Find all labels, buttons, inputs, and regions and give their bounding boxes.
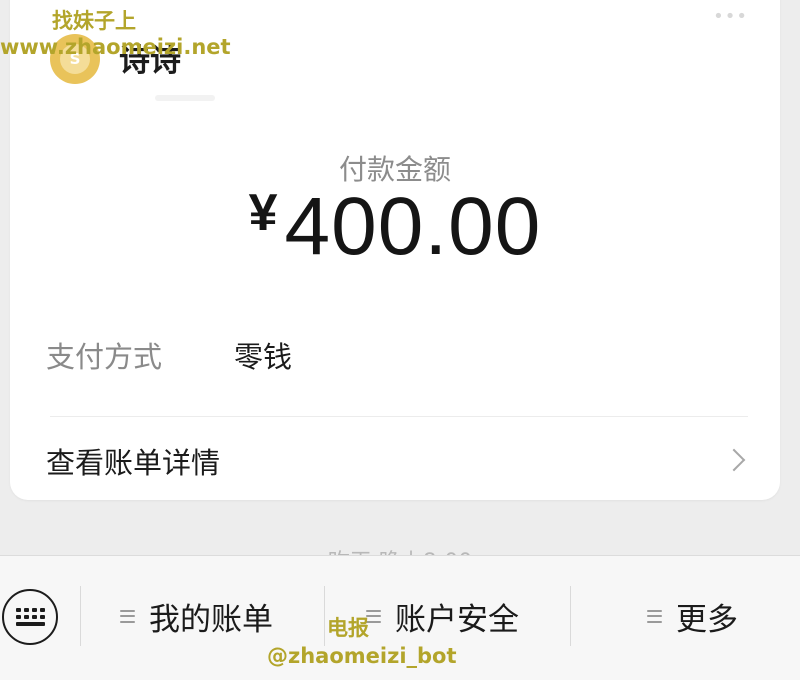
menu-item-label: 账户安全 bbox=[395, 601, 519, 638]
menu-item-more[interactable]: 更多 bbox=[647, 594, 738, 638]
view-bill-details-label: 查看账单详情 bbox=[46, 446, 221, 480]
payment-method-value: 零钱 bbox=[234, 340, 293, 374]
menu-lines-icon bbox=[120, 609, 135, 623]
merchant-subtitle-placeholder bbox=[155, 95, 215, 101]
payment-amount: ¥400.00 bbox=[10, 180, 780, 274]
menu-item-label: 我的账单 bbox=[149, 601, 273, 638]
menu-separator bbox=[80, 586, 81, 646]
menu-lines-icon bbox=[647, 609, 662, 623]
watermark-top-text: 找妹子上 bbox=[52, 9, 136, 33]
menu-item-account-security[interactable]: 账户安全 bbox=[366, 594, 519, 638]
currency-symbol: ¥ bbox=[248, 184, 279, 242]
menu-item-label: 更多 bbox=[676, 601, 738, 638]
menu-separator bbox=[570, 586, 571, 646]
view-bill-details-row[interactable]: 查看账单详情 bbox=[10, 418, 780, 500]
watermark-bottom-handle: @zhaomeizi_bot bbox=[267, 644, 457, 668]
divider bbox=[50, 416, 748, 417]
watermark-top-url: www.zhaomeizi.net bbox=[0, 35, 231, 59]
chevron-right-icon bbox=[722, 448, 746, 472]
more-options-icon[interactable]: ••• bbox=[713, 6, 748, 27]
menu-item-my-bills[interactable]: 我的账单 bbox=[120, 594, 273, 638]
amount-value: 400.00 bbox=[284, 181, 542, 272]
payment-card: ••• S 诗诗 付款金额 ¥400.00 支付方式 零钱 查看账单详情 bbox=[10, 0, 780, 500]
keyboard-icon bbox=[15, 608, 45, 626]
payment-method-label: 支付方式 bbox=[46, 340, 163, 374]
watermark-bottom-text: 电报 bbox=[327, 616, 369, 640]
keyboard-toggle-button[interactable] bbox=[2, 589, 58, 645]
menu-separator bbox=[324, 586, 325, 646]
